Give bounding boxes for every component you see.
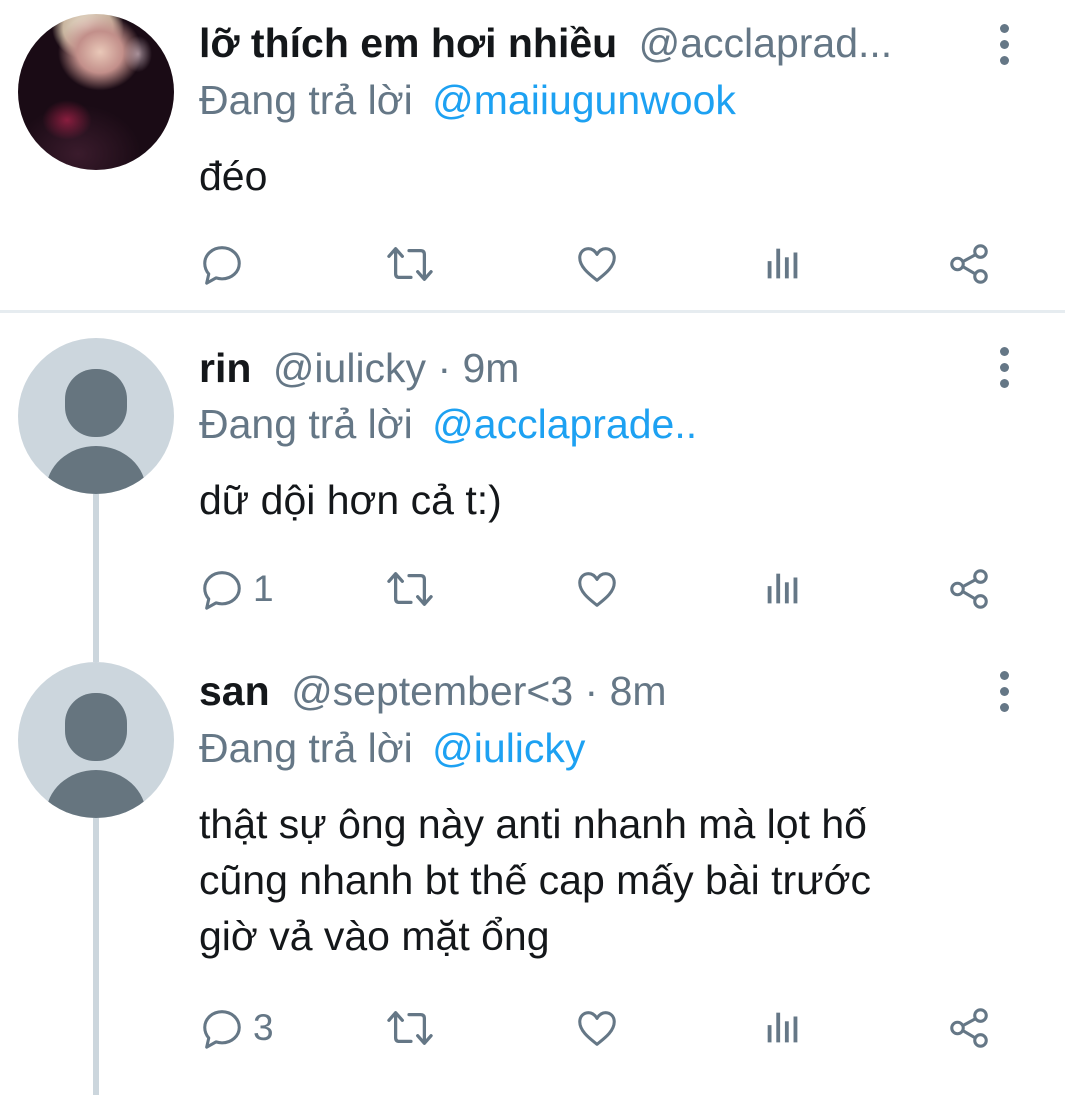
reply-button[interactable]: 1 <box>199 564 274 614</box>
more-vertical-icon[interactable] <box>990 661 1018 721</box>
retweet-button[interactable] <box>383 1003 437 1053</box>
retweet-icon <box>383 566 437 612</box>
reply-button[interactable] <box>199 239 253 289</box>
retweet-button[interactable] <box>383 564 437 614</box>
replying-to-label: Đang trả lời <box>199 401 413 447</box>
avatar[interactable] <box>18 338 174 494</box>
display-name[interactable]: lỡ thích em hơi nhiều <box>199 20 617 66</box>
analytics-button[interactable] <box>760 564 806 614</box>
user-handle[interactable]: @acclaprad... <box>639 20 893 66</box>
share-button[interactable] <box>946 564 992 614</box>
like-button[interactable] <box>574 239 620 289</box>
replying-to-mention[interactable]: @iulicky <box>432 725 585 771</box>
tweet-header: rin @iulicky · 9m <box>199 342 519 394</box>
like-icon <box>574 566 620 612</box>
user-handle[interactable]: @iulicky · 9m <box>273 345 520 391</box>
display-name[interactable]: rin <box>199 345 251 391</box>
avatar[interactable] <box>18 662 174 818</box>
replying-to-mention[interactable]: @acclaprade.. <box>432 401 697 447</box>
tweet-text: thật sự ông này anti nhanh mà lọt hố cũn… <box>199 801 871 959</box>
tweet[interactable]: lỡ thích em hơi nhiều @acclaprad... Đang… <box>0 0 1065 310</box>
share-icon <box>946 241 992 287</box>
tweet-actions: 3 <box>199 1003 1019 1053</box>
tweet-actions: 1 <box>199 564 1019 614</box>
tweet-text: dữ dội hơn cả t:) <box>199 477 502 523</box>
replying-to-label: Đang trả lời <box>199 77 413 123</box>
like-icon <box>574 241 620 287</box>
reply-count: 1 <box>253 568 274 609</box>
analytics-button[interactable] <box>760 1003 806 1053</box>
tweet-text: đéo <box>199 153 268 199</box>
like-icon <box>574 1005 620 1051</box>
analytics-icon <box>760 1005 806 1051</box>
analytics-button[interactable] <box>760 239 806 289</box>
more-vertical-icon[interactable] <box>990 14 1018 74</box>
replying-to-label: Đang trả lời <box>199 725 413 771</box>
tweet-header: san @september<3 · 8m <box>199 665 667 717</box>
reply-icon <box>199 241 245 287</box>
reply-icon <box>199 566 245 612</box>
analytics-icon <box>760 566 806 612</box>
like-button[interactable] <box>574 564 620 614</box>
replying-to: Đang trả lời @iulicky <box>199 722 585 774</box>
tweet[interactable]: san @september<3 · 8m Đang trả lời @iuli… <box>0 637 1065 1095</box>
avatar[interactable] <box>18 14 174 170</box>
retweet-icon <box>383 241 437 287</box>
tweet[interactable]: rin @iulicky · 9m Đang trả lời @acclapra… <box>0 313 1065 651</box>
share-button[interactable] <box>946 1003 992 1053</box>
replying-to: Đang trả lời @maiiugunwook <box>199 74 736 126</box>
more-vertical-icon[interactable] <box>990 337 1018 397</box>
reply-icon <box>199 1005 245 1051</box>
share-icon <box>946 566 992 612</box>
replying-to: Đang trả lời @acclaprade.. <box>199 398 697 450</box>
tweet-header: lỡ thích em hơi nhiều @acclaprad... <box>199 17 892 69</box>
reply-button[interactable]: 3 <box>199 1003 274 1053</box>
display-name[interactable]: san <box>199 668 270 714</box>
retweet-button[interactable] <box>383 239 437 289</box>
tweet-actions <box>199 239 1019 289</box>
analytics-icon <box>760 241 806 287</box>
user-handle[interactable]: @september<3 · 8m <box>291 668 666 714</box>
like-button[interactable] <box>574 1003 620 1053</box>
retweet-icon <box>383 1005 437 1051</box>
replying-to-mention[interactable]: @maiiugunwook <box>432 77 736 123</box>
reply-count: 3 <box>253 1007 274 1048</box>
share-icon <box>946 1005 992 1051</box>
share-button[interactable] <box>946 239 992 289</box>
